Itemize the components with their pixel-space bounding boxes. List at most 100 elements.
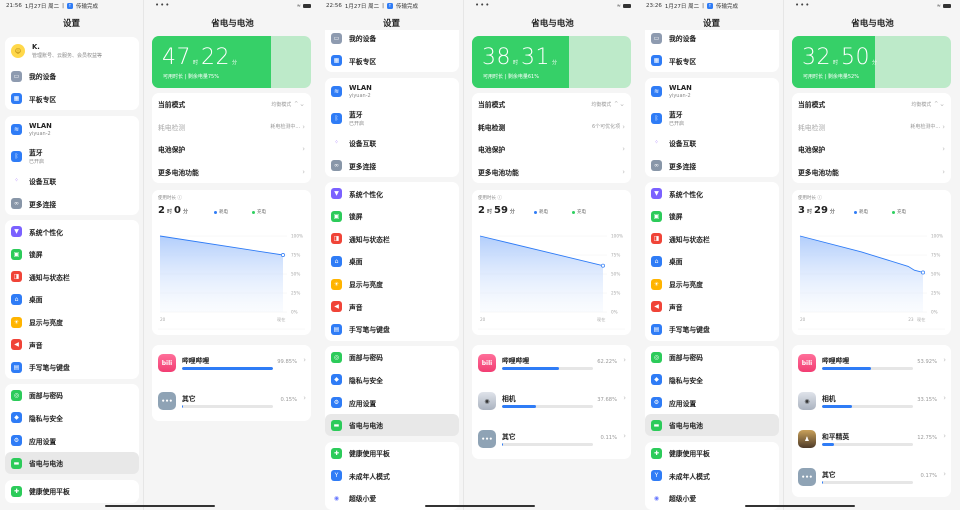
sidebar-item[interactable]: ◀ 声音 (5, 333, 139, 356)
sidebar-item[interactable]: ⁘ 设备互联 (325, 132, 459, 155)
pane-divider[interactable] (143, 0, 144, 510)
pane-divider[interactable] (463, 0, 464, 510)
sidebar-item[interactable]: ᛒ 蓝牙 已开启 (645, 105, 779, 132)
sidebar-item[interactable]: ▤ 手写笔与键盘 (645, 318, 779, 341)
sidebar-item[interactable]: ▬ 省电与电池 (645, 413, 779, 437)
sidebar-item[interactable]: ◎ 面部与密码 (5, 384, 139, 407)
app-usage-row[interactable]: ••• 其它 0.11% › (472, 421, 631, 459)
settings-row[interactable]: 更多电池功能 › (478, 161, 625, 184)
sidebar-item[interactable]: ☀ 显示与亮度 (5, 311, 139, 334)
sidebar-item[interactable]: ⌂ 桌面 (325, 250, 459, 273)
settings-row[interactable]: 当前模式 均衡模式 ⌃⌄ (158, 93, 305, 116)
sidebar-item[interactable]: ▬ 省电与电池 (5, 451, 139, 475)
settings-row-value: 6个可优化项 › (592, 123, 625, 131)
sidebar-item[interactable]: ≋ WLAN yiyuan-2 (5, 116, 139, 143)
sidebar-item[interactable]: ᛒ 蓝牙 已开启 (5, 143, 139, 170)
sidebar-item[interactable]: ▦ 平板专区 (325, 50, 459, 73)
sidebar-item[interactable]: ▣ 锁屏 (5, 243, 139, 266)
multitask-dots[interactable]: ••• (475, 1, 490, 9)
sidebar-item[interactable]: ∞ 更多连接 (5, 192, 139, 215)
sidebar-item[interactable]: ▼ 系统个性化 (325, 182, 459, 205)
sidebar-item[interactable]: ▣ 锁屏 (645, 205, 779, 228)
sidebar-item[interactable]: ◀ 声音 (645, 295, 779, 318)
settings-row[interactable]: 电池保护 › (478, 138, 625, 161)
sidebar-item[interactable]: ◆ 隐私与安全 (645, 369, 779, 392)
sidebar-item[interactable]: ▼ 系统个性化 (5, 220, 139, 243)
home-indicator[interactable] (105, 505, 215, 507)
sidebar-item-text: 健康使用平板 (669, 448, 710, 458)
app-usage-row[interactable]: ◉ 相机 33.15% › (792, 383, 951, 421)
sidebar-item[interactable]: ▬ 省电与电池 (325, 413, 459, 437)
sidebar-item[interactable]: ▦ 平板专区 (645, 50, 779, 73)
app-usage-row[interactable]: bili 哔哩哔哩 62.22% › (472, 345, 631, 383)
sidebar-item[interactable]: ▦ 平板专区 (5, 88, 139, 111)
sidebar-item[interactable]: ⌂ 桌面 (5, 288, 139, 311)
sidebar-item[interactable]: ▼ 系统个性化 (645, 182, 779, 205)
app-usage-row[interactable]: bili 哔哩哔哩 99.85% › (152, 345, 311, 383)
sidebar-item[interactable]: ✚ 健康使用平板 (5, 480, 139, 503)
sidebar-item[interactable]: ≋ WLAN yiyuan-2 (645, 78, 779, 105)
pane-divider[interactable] (783, 0, 784, 510)
sidebar-item[interactable]: ◨ 通知与状态栏 (645, 228, 779, 251)
app-usage-row[interactable]: ••• 其它 0.15% › (152, 383, 311, 421)
settings-row[interactable]: 更多电池功能 › (798, 161, 945, 184)
settings-row[interactable]: 更多电池功能 › (158, 161, 305, 184)
sidebar-item[interactable]: ✚ 健康使用平板 (645, 442, 779, 465)
settings-row-label: 电池保护 (798, 146, 826, 155)
sidebar-item[interactable]: ◨ 通知与状态栏 (5, 266, 139, 289)
sidebar-item[interactable]: ◎ 面部与密码 (645, 346, 779, 369)
sidebar-item[interactable]: ≋ WLAN yiyuan-2 (325, 78, 459, 105)
settings-row[interactable]: 当前模式 均衡模式 ⌃⌄ (478, 93, 625, 116)
multitask-dots[interactable]: ••• (795, 1, 810, 9)
sidebar-item[interactable]: ◨ 通知与状态栏 (325, 228, 459, 251)
app-usage-row[interactable]: ♟ 和平精英 12.75% › (792, 421, 951, 459)
sidebar-item[interactable]: ▤ 手写笔与键盘 (5, 356, 139, 379)
sidebar-item[interactable]: ◆ 隐私与安全 (5, 407, 139, 430)
settings-row[interactable]: 电池保护 › (158, 138, 305, 161)
sidebar-item[interactable]: ⌂ 桌面 (645, 250, 779, 273)
sidebar-item[interactable]: ◆ 隐私与安全 (325, 369, 459, 392)
sidebar-item[interactable]: ⚙ 应用设置 (325, 391, 459, 414)
sidebar-item[interactable]: ◀ 声音 (325, 295, 459, 318)
settings-row[interactable]: 耗电检测 耗电检测中... › (158, 116, 305, 139)
sidebar-item-label: 通知与状态栏 (349, 235, 390, 244)
sidebar-item[interactable]: ∞ 更多连接 (325, 154, 459, 177)
app-usage-row[interactable]: ••• 其它 0.17% › (792, 459, 951, 497)
settings-row[interactable]: 当前模式 均衡模式 ⌃⌄ (798, 93, 945, 116)
home-indicator[interactable] (745, 505, 855, 507)
sidebar-item[interactable]: ▤ 手写笔与键盘 (325, 318, 459, 341)
sidebar-item[interactable]: ⚙ 应用设置 (645, 391, 779, 414)
sidebar-item[interactable]: ▣ 锁屏 (325, 205, 459, 228)
settings-row[interactable]: 电池保护 › (798, 138, 945, 161)
sidebar-item[interactable]: ⁘ 设备互联 (645, 132, 779, 155)
sidebar-item-text: 我的设备 (29, 71, 56, 81)
settings-row[interactable]: 耗电检测 6个可优化项 › (478, 116, 625, 139)
sidebar-item[interactable]: ▭ 我的设备 (645, 30, 779, 50)
sidebar-item[interactable]: ⁘ 设备互联 (5, 170, 139, 193)
sidebar-item[interactable]: ✚ 健康使用平板 (325, 442, 459, 465)
sun-icon: ☀ (331, 278, 342, 290)
multitask-dots[interactable]: ••• (155, 1, 170, 9)
gear-icon: ⚙ (651, 397, 662, 409)
sidebar-item[interactable]: ▭ 我的设备 (325, 30, 459, 50)
settings-row[interactable]: 耗电检测 耗电检测中... › (798, 116, 945, 139)
sidebar-item[interactable]: ☺ K. 管理账号、云服务、会员权益等 (5, 37, 139, 65)
sidebar-item[interactable]: ⚙ 应用设置 (5, 429, 139, 452)
battery-icon: ▬ (331, 419, 342, 431)
sidebar-scroll[interactable]: ☺K.管理账号、云服务、会员权益等▭我的设备▦平板专区≋WLANyiyuan-2… (320, 30, 463, 510)
app-usage-row[interactable]: bili 哔哩哔哩 53.92% › (792, 345, 951, 383)
sidebar-scroll[interactable]: ☺K.管理账号、云服务、会员权益等▭我的设备▦平板专区 ≋WLANyiyuan-2… (0, 30, 143, 510)
sidebar-item[interactable]: Y 未成年人模式 (645, 465, 779, 488)
home-indicator[interactable] (425, 505, 535, 507)
app-usage-row[interactable]: ◉ 相机 37.68% › (472, 383, 631, 421)
sidebar-item[interactable]: ∞ 更多连接 (645, 154, 779, 177)
sidebar-item[interactable]: ▭ 我的设备 (5, 65, 139, 88)
current-level-point (281, 253, 285, 257)
sidebar-item[interactable]: ᛒ 蓝牙 已开启 (325, 105, 459, 132)
sidebar-item[interactable]: ◎ 面部与密码 (325, 346, 459, 369)
sidebar-item[interactable]: ☀ 显示与亮度 (325, 273, 459, 296)
sidebar-scroll[interactable]: ☺K.管理账号、云服务、会员权益等▭我的设备▦平板专区≋WLANyiyuan-2… (640, 30, 783, 510)
sidebar-item[interactable]: ☀ 显示与亮度 (645, 273, 779, 296)
sidebar-item-text: WLAN yiyuan-2 (669, 84, 692, 99)
sidebar-item[interactable]: Y 未成年人模式 (325, 465, 459, 488)
